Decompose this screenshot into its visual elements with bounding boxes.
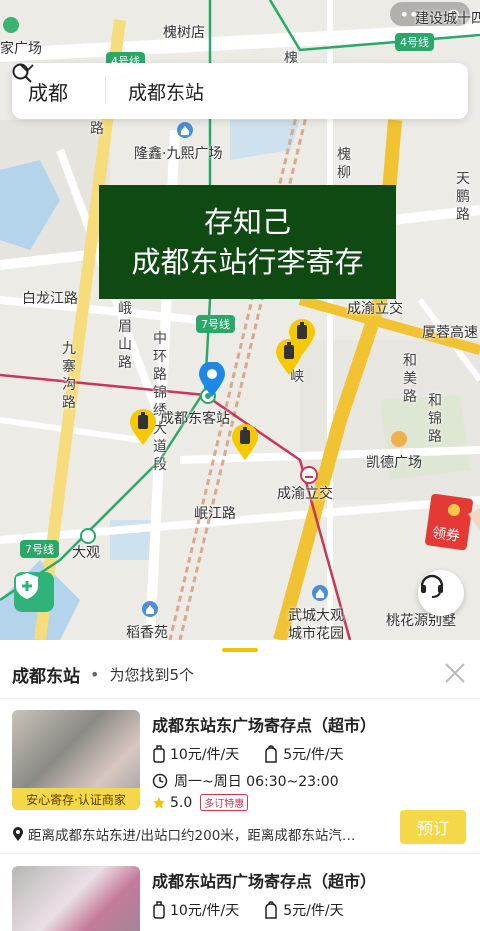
customer-service-button[interactable]	[418, 570, 464, 616]
bag-price: 5元/件/天	[283, 747, 344, 763]
poi-residence-icon	[312, 585, 328, 601]
search-icon	[12, 63, 32, 83]
drag-handle[interactable]	[222, 648, 258, 652]
address-text: 距离成都东站东进/出站口约200米，距离成都东站汽…	[28, 828, 356, 844]
metro-badge-line4-right: 4号线	[395, 33, 434, 51]
map-label-bailong-rd: 白龙江路	[22, 291, 78, 307]
banner-line1: 存知己	[203, 205, 291, 239]
price-row: 10元/件/天 5元/件/天	[152, 900, 368, 920]
headset-icon	[420, 574, 444, 598]
poi-residence-icon	[142, 601, 158, 617]
map-label-hemei-rd: 和美路	[403, 353, 417, 405]
map-view[interactable]: ••• ⊙ 家广场 槐树店 建设城十四 4号线 4号线 槐 路 隆鑫·九熙广场 槐…	[0, 0, 480, 640]
map-label-jiuzhai-rd: 九寨沟路	[62, 341, 76, 411]
store-title[interactable]: 成都东站东广场寄存点（超市）	[152, 712, 376, 736]
luggage-icon	[153, 745, 165, 763]
search-input[interactable]: 成都东站	[12, 63, 204, 105]
map-label-zhonghuan-rd: 中环路锦绣大道段	[153, 331, 167, 473]
map-label-home-plaza: 家广场	[0, 41, 42, 57]
safety-button[interactable]	[14, 572, 54, 612]
results-count: 为您找到5个	[109, 666, 194, 684]
map-label-east-station: 成都东客站	[160, 411, 230, 427]
store-thumbnail[interactable]: 安心寄存·认证商家	[12, 710, 140, 810]
coupon-button[interactable]: 领券	[420, 494, 480, 550]
coupon-label[interactable]: 领券	[431, 522, 462, 546]
rating: 5.0 多订特惠	[152, 794, 249, 811]
close-icon[interactable]	[444, 662, 466, 684]
luggage-price: 10元/件/天	[170, 747, 240, 763]
discount-tag: 多订特惠	[200, 794, 249, 811]
results-location: 成都东站	[12, 667, 80, 687]
search-bar: 成都 成都东站	[12, 63, 468, 119]
banner-line2: 成都东站行李寄存	[131, 245, 364, 279]
shield-plus-icon	[16, 573, 38, 599]
map-label-chengyu-lijiao-top: 成渝立交	[347, 301, 403, 317]
luggage-icon	[153, 901, 165, 919]
map-label-daoxiangyuan: 稻香苑	[126, 625, 168, 640]
luggage-price: 10元/件/天	[170, 903, 240, 919]
storage-pin-icon[interactable]	[275, 338, 303, 376]
verified-badge: 安心寄存·认证商家	[12, 788, 140, 810]
map-label-huaishu-store: 槐树店	[163, 25, 205, 41]
search-query[interactable]: 成都东站	[128, 78, 204, 105]
metro-badge-line7: 7号线	[196, 315, 235, 333]
location-pin-icon	[13, 827, 23, 841]
map-label-emei-rd: 峨眉山路	[118, 301, 132, 371]
map-label-xiamen-rong: 厦蓉高速	[422, 325, 478, 341]
map-label-lu-top: 路	[90, 121, 104, 137]
backpack-icon	[265, 901, 277, 919]
opening-hours: 周一~周日 06:30~23:00	[152, 771, 339, 791]
map-label-chengyu-lijiao: 成渝立交	[277, 486, 333, 502]
backpack-icon	[265, 745, 277, 763]
map-label-jiandi: 建设城十四	[415, 11, 480, 27]
map-label-kaide-plaza: 凯德广场	[366, 455, 422, 471]
results-sheet: 成都东站 • 为您找到5个 安心寄存·认证商家 成都东站东广场寄存点（超市） 1…	[0, 640, 480, 931]
header-dot: •	[90, 665, 100, 684]
book-button[interactable]: 预订	[400, 810, 466, 844]
metro-station-icon	[300, 466, 318, 484]
promo-banner: 存知己 成都东站行李寄存	[99, 185, 396, 299]
map-label-longxin-plaza: 隆鑫·九熙广场	[134, 146, 223, 162]
map-label-huaishu-rd: 槐柳	[337, 147, 351, 181]
store-thumbnail[interactable]	[12, 866, 140, 931]
poi-mall-icon	[391, 431, 407, 447]
metro-station-icon	[80, 528, 96, 544]
map-label-minjiang-rd: 岷江路	[194, 506, 236, 522]
store-address: 距离成都东站东进/出站口约200米，距离成都东站汽…	[12, 824, 392, 844]
current-location-pin-icon	[199, 362, 225, 397]
hours-text: 周一~周日 06:30~23:00	[174, 774, 339, 790]
map-label-tianpeng-rd: 天鹏路	[456, 171, 470, 223]
results-header: 成都东站 • 为您找到5个	[12, 662, 194, 687]
star-icon	[153, 796, 165, 808]
price-row: 10元/件/天 5元/件/天	[152, 744, 368, 764]
storage-pin-icon[interactable]	[231, 423, 259, 461]
map-label-daguan: 大观	[72, 545, 100, 561]
store-title[interactable]: 成都东站西广场寄存点（超市）	[152, 868, 376, 892]
map-label-jinhe-rd: 和锦路	[428, 393, 442, 445]
clock-icon	[152, 773, 168, 789]
rating-score: 5.0	[170, 794, 193, 811]
card-separator	[0, 853, 480, 854]
metro-badge-line7-left: 7号线	[20, 540, 59, 558]
map-label-wucheng: 武城大观	[288, 608, 344, 624]
header-divider	[0, 698, 480, 699]
city-label[interactable]: 成都	[28, 77, 68, 106]
poi-plaza-icon	[177, 122, 193, 138]
map-label-city-garden: 城市花园	[288, 626, 344, 640]
bag-price: 5元/件/天	[283, 903, 344, 919]
poi-park-icon	[3, 17, 19, 33]
storage-pin-icon[interactable]	[129, 408, 157, 446]
